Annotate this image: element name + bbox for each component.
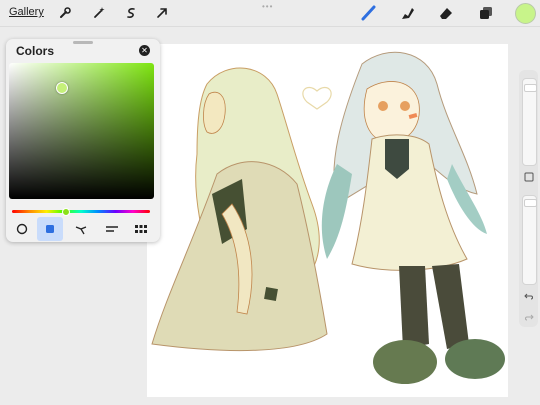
layers-icon[interactable] (477, 4, 495, 22)
hue-knob[interactable] (62, 208, 70, 216)
value-tab[interactable] (99, 217, 125, 241)
magic-wand-icon[interactable] (90, 4, 108, 22)
color-square-picker[interactable] (9, 63, 154, 199)
hue-slider[interactable] (12, 210, 150, 213)
undo-icon[interactable] (522, 289, 535, 302)
transform-arrow-icon[interactable] (153, 4, 171, 22)
panel-grip[interactable] (73, 41, 93, 44)
artwork-sketch (151, 51, 505, 384)
gallery-button[interactable]: Gallery (9, 6, 44, 18)
opacity-slider[interactable] (522, 195, 537, 285)
modify-button[interactable] (522, 170, 535, 183)
brush-icon[interactable] (360, 4, 378, 22)
harmony-tab[interactable] (68, 217, 94, 241)
picker-knob[interactable] (56, 82, 68, 94)
opacity-knob[interactable] (524, 199, 537, 207)
brush-size-knob[interactable] (524, 84, 537, 92)
drawing-canvas[interactable] (147, 44, 508, 397)
color-mode-tabs (6, 217, 160, 242)
side-toolbar (519, 70, 538, 327)
brush-size-slider[interactable] (522, 78, 537, 166)
redo-icon[interactable] (522, 310, 535, 323)
current-color-swatch[interactable] (515, 3, 536, 24)
disc-tab[interactable] (9, 217, 35, 241)
smudge-icon[interactable] (398, 4, 416, 22)
drag-handle-dots[interactable]: ••• (262, 2, 273, 11)
eraser-icon[interactable] (437, 4, 455, 22)
palettes-tab[interactable] (128, 217, 154, 241)
classic-tab[interactable] (37, 217, 63, 241)
selection-icon[interactable] (122, 4, 140, 22)
top-toolbar: Gallery ••• (0, 0, 540, 27)
panel-title: Colors (16, 44, 55, 58)
close-icon[interactable]: ✕ (139, 45, 150, 56)
wrench-icon[interactable] (56, 4, 74, 22)
colors-panel: Colors ✕ (6, 39, 160, 242)
